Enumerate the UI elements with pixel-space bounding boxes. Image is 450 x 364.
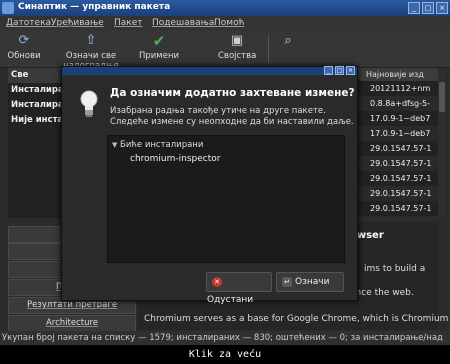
close-icon[interactable]: ×: [436, 2, 448, 14]
menu-bar: Датотека Уређивање Пакет Подешавања Помо…: [0, 16, 450, 31]
minimize-icon[interactable]: _: [408, 2, 420, 14]
column-header-latest-version[interactable]: Најновије изд: [358, 68, 438, 81]
menu-settings[interactable]: Подешавања: [152, 18, 214, 28]
menu-help[interactable]: Помоћ: [214, 18, 244, 28]
description-line: ims to build a: [364, 264, 426, 274]
package-table: Најновије изд 20121112+nm 0.8.8a+dfsg-5-…: [358, 68, 438, 216]
scrollbar-thumb[interactable]: [439, 82, 445, 112]
properties-icon: ▣: [230, 33, 244, 48]
menu-package[interactable]: Пакет: [114, 18, 143, 28]
table-row[interactable]: 20121112+nm: [358, 81, 438, 96]
title-bar: Синаптик — управник пакета _ □ ×: [0, 0, 450, 16]
filter-button-architecture[interactable]: Architecture: [8, 315, 136, 332]
table-row[interactable]: 29.0.1547.57-1: [358, 186, 438, 201]
search-button[interactable]: ⌕: [278, 33, 298, 51]
table-row[interactable]: 17.0.9-1~deb7: [358, 111, 438, 126]
minimize-icon[interactable]: _: [324, 66, 333, 75]
properties-button[interactable]: ▣ Својства: [218, 33, 256, 61]
category-item[interactable]: Инсталиран: [8, 83, 68, 98]
status-bar: Укупан број пакета на списку — 1579; инс…: [0, 331, 450, 345]
tree-item[interactable]: chromium-inspector: [130, 154, 220, 164]
category-list: Све Инсталиран Инсталиран Није инстал: [8, 68, 68, 218]
table-row[interactable]: 29.0.1547.57-1: [358, 201, 438, 216]
toolbar: ⟳ Обнови ⇧ Означи све надоградње ✔ Приме…: [0, 31, 450, 71]
mark-arrow-icon: ↵: [282, 276, 292, 287]
apply-button[interactable]: ✔ Примени: [139, 33, 179, 61]
maximize-icon[interactable]: □: [335, 66, 344, 75]
cancel-icon: ✕: [212, 276, 222, 287]
close-icon[interactable]: ×: [346, 66, 355, 75]
bottom-caption[interactable]: Klik za veću: [0, 345, 450, 364]
category-item[interactable]: Све: [8, 68, 68, 83]
apply-label: Примени: [139, 51, 180, 61]
description-line: ence the web.: [350, 288, 414, 298]
app-icon: [2, 2, 14, 14]
cancel-button[interactable]: ✕ Одустани: [206, 272, 272, 305]
dialog-title-bar: _ □ ×: [62, 65, 357, 75]
lightbulb-icon: [80, 90, 98, 117]
dialog-subtitle: Изабрана радња такође утиче на друге пак…: [110, 106, 326, 116]
toolbar-separator: [268, 35, 269, 63]
category-item[interactable]: Инсталиран: [8, 98, 68, 113]
table-row[interactable]: 29.0.1547.57-1: [358, 171, 438, 186]
table-row[interactable]: 17.0.9-1~deb7: [358, 126, 438, 141]
reload-label: Обнови: [7, 51, 41, 61]
changes-tree: ▼ Биће инсталирани chromium-inspector: [107, 135, 345, 263]
dialog-subtitle: Следеће измене су неопходне да би настав…: [110, 117, 354, 127]
maximize-icon[interactable]: □: [422, 2, 434, 14]
menu-edit[interactable]: Уређивање: [51, 18, 104, 28]
properties-label: Својства: [218, 51, 257, 61]
category-item[interactable]: Није инстал: [8, 113, 68, 128]
menu-file[interactable]: Датотека: [6, 18, 51, 28]
expander-arrow-icon[interactable]: ▼: [112, 141, 120, 149]
reload-icon: ⟳: [18, 33, 30, 48]
reload-button[interactable]: ⟳ Обнови: [6, 33, 42, 61]
tree-group-label: Биће инсталирани: [120, 140, 204, 150]
mark-changes-dialog: _ □ × Да означим додатно захтеване измене?…: [61, 65, 358, 305]
table-scrollbar[interactable]: [438, 68, 446, 216]
tree-group-to-install[interactable]: ▼ Биће инсталирани: [112, 140, 203, 150]
mark-button[interactable]: ↵ Означи: [276, 272, 344, 292]
dialog-window-controls: _ □ ×: [322, 65, 355, 75]
window-controls: _ □ ×: [406, 2, 448, 14]
window-title: Синаптик — управник пакета: [18, 2, 171, 12]
mark-label: Означи: [295, 277, 330, 287]
cancel-label: Одустани: [207, 295, 254, 305]
apply-check-icon: ✔: [152, 32, 166, 50]
dialog-heading: Да означим додатно захтеване измене?: [110, 87, 355, 99]
table-row[interactable]: 29.0.1547.57-1: [358, 141, 438, 156]
table-row[interactable]: 0.8.8a+dfsg-5-: [358, 96, 438, 111]
mark-upgrades-icon: ⇧: [85, 33, 97, 48]
search-icon: ⌕: [284, 33, 292, 48]
table-row[interactable]: 29.0.1547.57-1: [358, 156, 438, 171]
description-line: Chromium serves as a base for Google Chr…: [144, 314, 449, 324]
